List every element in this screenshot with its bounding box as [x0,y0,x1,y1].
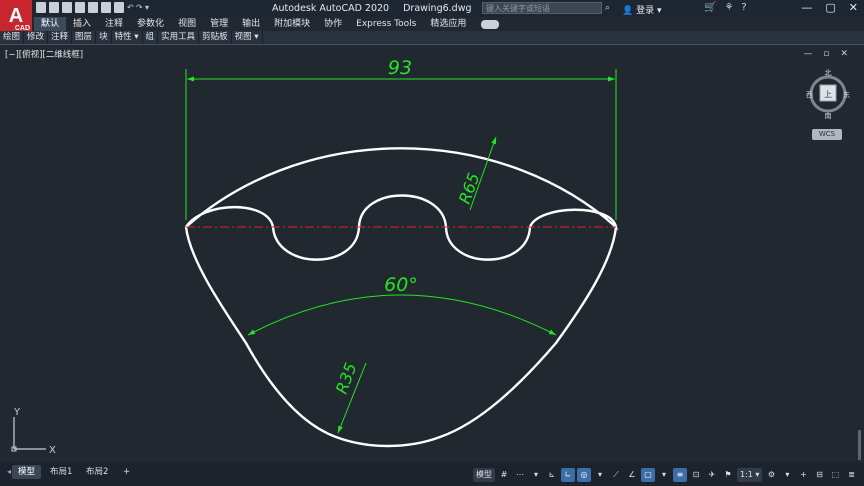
ribbon-panel-4[interactable]: 块 [96,31,112,44]
redo-icon[interactable]: ↷ [136,2,143,13]
undo-icon[interactable]: ↶ [127,2,134,13]
svg-text:南: 南 [825,111,832,119]
ribbon-minimize-toggle[interactable] [481,20,500,29]
ribbon-panel-8[interactable]: 剪贴板 [199,31,232,44]
ribbon-tab-10[interactable]: 精选应用 [423,17,473,31]
cad-drawing[interactable]: 93 R65 60° R35 [0,45,864,463]
ribbon-tab-3[interactable]: 参数化 [130,17,171,31]
polar-dropdown-icon[interactable]: ▾ [593,468,607,482]
ribbon-panel-9[interactable]: 视图 ▾ [232,31,263,44]
isodraft-icon[interactable]: ⟋ [609,468,623,482]
svg-text:Y: Y [13,407,21,418]
save-icon[interactable] [62,2,72,13]
svg-text:西: 西 [806,91,813,99]
ribbon-tab-4[interactable]: 视图 [171,17,203,31]
ucs-icon: Y X [11,407,56,456]
svg-text:上: 上 [824,90,832,99]
ribbon-tab-9[interactable]: Express Tools [349,17,423,31]
osnap-dropdown-icon[interactable]: ▾ [657,468,671,482]
open-web-icon[interactable] [88,2,98,13]
tab-layout2[interactable]: 布局2 [80,465,114,479]
cart-icon[interactable]: 🛒 [704,2,716,13]
snap-icon[interactable]: ⋯ [513,468,527,482]
selection-cycling-icon[interactable]: ✈ [705,468,719,482]
ribbon-panel-0[interactable]: 绘图 [0,31,25,44]
ribbon-tab-0[interactable]: 默认 [34,17,67,31]
plot-icon[interactable] [114,2,124,13]
window-title: Autodesk AutoCAD 2020 Drawing6.dwg [272,3,472,14]
search-icon[interactable]: ⌕ [605,2,617,14]
polar-tracking-icon[interactable]: ◎ [577,468,591,482]
tab-layout1[interactable]: 布局1 [44,465,78,479]
wcs-menu[interactable]: WCS [812,129,842,140]
exchange-icon[interactable]: ⚘ [724,2,733,13]
dimension-angle-text[interactable]: 60° [384,274,418,296]
top-right-tools: 🛒 ⚘ ? [704,2,747,13]
ribbon-panel-5[interactable]: 特性 ▾ [112,31,143,44]
ribbon-tab-2[interactable]: 注释 [98,17,130,31]
tab-model[interactable]: 模型 [12,465,42,479]
annotation-monitor-icon[interactable]: + [796,468,810,482]
close-icon[interactable]: ✕ [849,1,858,14]
ribbon-panels: 绘图 修改 注释 图层块特性 ▾ 组实用工具 剪贴板 视图 ▾ [0,31,864,45]
save-web-icon[interactable] [101,2,111,13]
new-file-icon[interactable] [36,2,46,13]
transparency-icon[interactable]: ⊡ [689,468,703,482]
login-button[interactable]: 👤 登录 ▾ [622,3,661,16]
ribbon-tab-8[interactable]: 协作 [317,17,349,31]
ribbon-tab-7[interactable]: 附加模块 [267,17,317,31]
isolate-objects-icon[interactable]: ⬚ [828,468,842,482]
grid-icon[interactable]: # [497,468,511,482]
model-space-button[interactable]: 模型 [473,468,495,482]
window-controls: — ▢ ✕ [801,1,858,14]
lineweight-icon[interactable]: ≡ [673,468,687,482]
ribbon-tab-1[interactable]: 插入 [66,17,98,31]
dimension-arc-60deg[interactable] [247,294,557,336]
autocad-logo-menu[interactable]: A CAD [0,0,32,32]
scrollbar[interactable] [858,430,861,460]
workspace-dropdown-icon[interactable]: ▾ [780,468,794,482]
dimension-r65-text[interactable]: R65 [455,170,484,206]
add-layout-button[interactable]: + [117,465,136,479]
units-icon[interactable]: ⊟ [812,468,826,482]
svg-text:X: X [49,445,56,456]
ribbon-tabs: 默认 插入 注释 参数化 视图 管理 输出 附加模块 协作 Express Tools 精选应用 [34,17,500,31]
infer-constraints-icon[interactable]: ⊾ [545,468,559,482]
object-snap-icon[interactable]: ▢ [641,468,655,482]
customize-qat-icon[interactable]: ▾ [145,2,151,13]
ribbon-panel-1[interactable]: 修改 [24,31,49,44]
ortho-icon[interactable]: ∟ [561,468,575,482]
svg-text:东: 东 [843,90,850,99]
ribbon-panel-7[interactable]: 实用工具 [158,31,200,44]
dimension-r35-text[interactable]: R35 [332,360,361,396]
part-outline[interactable] [184,147,618,448]
view-cube[interactable]: 上 北 南 西 东 [806,69,850,119]
minimize-icon[interactable]: — [801,1,812,14]
ribbon-panel-3[interactable]: 图层 [72,31,97,44]
restore-icon[interactable]: ▢ [825,1,835,14]
status-bar: 模型 # ⋯ ▾ ⊾ ∟ ◎ ▾ ⟋ ∠ ▢ ▾ ≡ ⊡ ✈ ⚑ 1:1 ▾ ⚙… [473,465,860,485]
workspace-gear-icon[interactable]: ⚙ [764,468,778,482]
snap-dropdown-icon[interactable]: ▾ [529,468,543,482]
quick-access-toolbar: ↶ ↷ ▾ [36,2,151,15]
search-input[interactable]: 键入关键字或短语 [482,2,602,14]
open-file-icon[interactable] [49,2,59,13]
annotation-scale-dropdown[interactable]: 1:1 ▾ [737,468,763,482]
ribbon-tab-5[interactable]: 管理 [203,17,235,31]
save-as-icon[interactable] [75,2,85,13]
help-icon[interactable]: ? [741,2,746,13]
svg-text:北: 北 [825,69,832,77]
object-snap-tracking-icon[interactable]: ∠ [625,468,639,482]
tab-scroll-icon[interactable]: ◂ [7,467,11,476]
ribbon-panel-6[interactable]: 组 [143,31,159,44]
ribbon-panel-2[interactable]: 注释 [48,31,73,44]
customize-status-bar-icon[interactable]: ≣ [844,468,858,482]
ribbon-tab-6[interactable]: 输出 [235,17,267,31]
annotation-visibility-icon[interactable]: ⚑ [721,468,735,482]
dimension-width-text[interactable]: 93 [388,57,412,79]
